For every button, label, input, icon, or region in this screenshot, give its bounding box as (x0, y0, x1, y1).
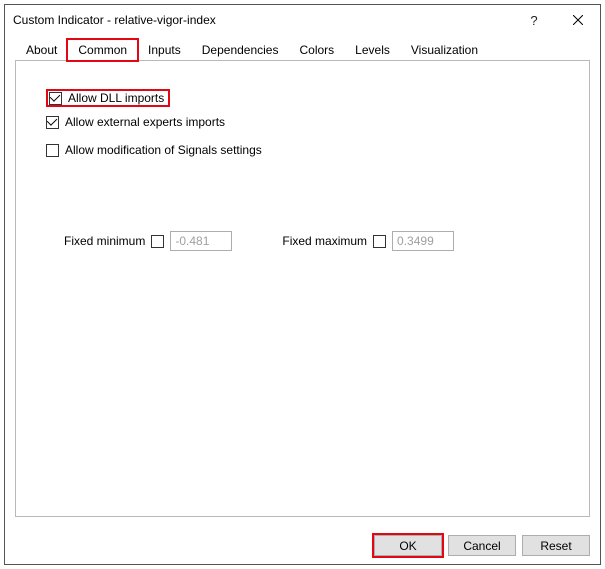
content-area: About Common Inputs Dependencies Colors … (5, 35, 600, 527)
tab-common[interactable]: Common (67, 39, 138, 61)
checkbox-allow-signals[interactable] (46, 144, 59, 157)
tab-strip: About Common Inputs Dependencies Colors … (15, 39, 590, 61)
close-icon (573, 15, 583, 25)
tab-about[interactable]: About (15, 39, 68, 61)
input-fixed-minimum[interactable]: -0.481 (170, 231, 232, 251)
checkbox-allow-external[interactable] (46, 116, 59, 129)
checkbox-fixed-minimum[interactable] (151, 235, 164, 248)
option-allow-external: Allow external experts imports (46, 113, 565, 131)
tab-panel-common: Allow DLL imports Allow external experts… (15, 60, 590, 517)
window-title: Custom Indicator - relative-vigor-index (13, 13, 512, 27)
option-allow-signals: Allow modification of Signals settings (46, 141, 565, 159)
ok-button[interactable]: OK (374, 535, 442, 556)
label-fixed-maximum: Fixed maximum (282, 234, 367, 248)
label-allow-external: Allow external experts imports (65, 115, 225, 129)
fixed-range-row: Fixed minimum -0.481 Fixed maximum 0.349… (64, 231, 565, 251)
close-button[interactable] (556, 5, 600, 35)
checkbox-fixed-maximum[interactable] (373, 235, 386, 248)
fixed-maximum-group: Fixed maximum 0.3499 (282, 231, 454, 251)
titlebar: Custom Indicator - relative-vigor-index … (5, 5, 600, 35)
tab-colors[interactable]: Colors (288, 39, 345, 61)
label-fixed-minimum: Fixed minimum (64, 234, 145, 248)
tab-levels[interactable]: Levels (344, 39, 401, 61)
option-allow-dll: Allow DLL imports (46, 89, 170, 107)
input-fixed-maximum[interactable]: 0.3499 (392, 231, 454, 251)
help-button[interactable]: ? (512, 5, 556, 35)
cancel-button[interactable]: Cancel (448, 535, 516, 556)
checkbox-allow-dll[interactable] (49, 92, 62, 105)
dialog-window: Custom Indicator - relative-vigor-index … (4, 4, 601, 565)
fixed-minimum-group: Fixed minimum -0.481 (64, 231, 232, 251)
tab-dependencies[interactable]: Dependencies (191, 39, 290, 61)
tab-visualization[interactable]: Visualization (400, 39, 489, 61)
label-allow-dll: Allow DLL imports (68, 91, 164, 105)
reset-button[interactable]: Reset (522, 535, 590, 556)
dialog-buttons: OK Cancel Reset (5, 527, 600, 564)
label-allow-signals: Allow modification of Signals settings (65, 143, 262, 157)
tab-inputs[interactable]: Inputs (137, 39, 192, 61)
